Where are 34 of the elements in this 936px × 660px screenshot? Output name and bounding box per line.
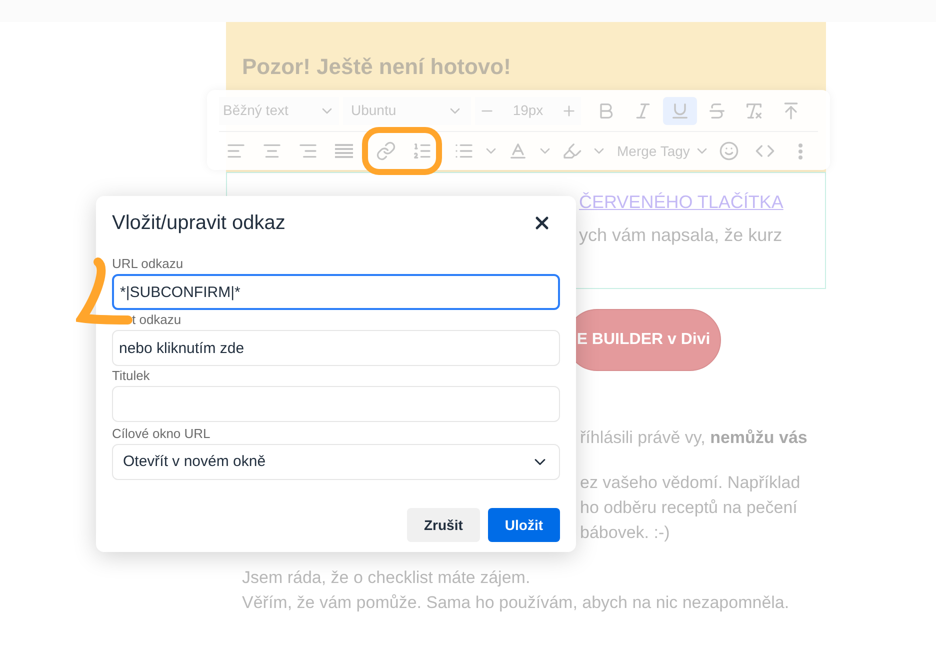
body-text: bábovek. :-) [580,522,671,544]
input-field[interactable]: *|SUBCONFIRM|* [112,274,560,310]
increase-icon[interactable] [560,102,577,118]
highlighter-icon [562,141,582,161]
justify-icon [335,144,353,158]
body-text: ych vám napsala, že kurz [579,224,782,247]
numbered-list-icon [412,141,432,161]
dialog-title: Vložit/upravit odkaz [112,211,286,236]
body-text: říhlásili právě vy, nemůžu vás [580,427,808,449]
input-field[interactable]: nebo kliknutím zde [112,330,560,366]
underline-button[interactable] [663,96,697,124]
strikethrough-icon [707,100,727,120]
more-icon [798,142,804,160]
merge-tags-dropdown[interactable]: Merge Tagy [617,140,710,162]
banner-heading: Pozor! Ještě není hotovo! [242,53,512,81]
button-link[interactable]: ČERVENÉHO TLAČÍTKA [579,189,784,216]
field-label: URL odkazu [112,255,184,273]
font-size-value[interactable]: 19px [512,100,544,121]
emoji-icon [718,141,739,161]
field-label: t odkazu [132,311,182,329]
target-window-select[interactable]: Otevřít v novém okně [112,444,560,480]
body-text: ez vašeho vědomí. Například [580,472,802,494]
body-text: ho odběru receptů na pečení [580,497,798,519]
field-label: Cílové okno URL [112,425,212,443]
field-label: Titulek [112,367,150,385]
body-text: Jsem ráda, že o checklist máte zájem. [242,567,532,589]
clear-format-icon [744,100,764,120]
input-field[interactable] [112,386,560,422]
link-icon [376,141,396,161]
body-text: Věřím, že vám pomůže. Sama ho používám, abych na nic nezapomněla. [242,592,790,614]
text-color-icon [508,141,528,161]
underline-icon [670,100,690,120]
save-button[interactable]: Uložit [488,508,560,542]
cancel-button[interactable]: Zrušit [407,508,480,542]
